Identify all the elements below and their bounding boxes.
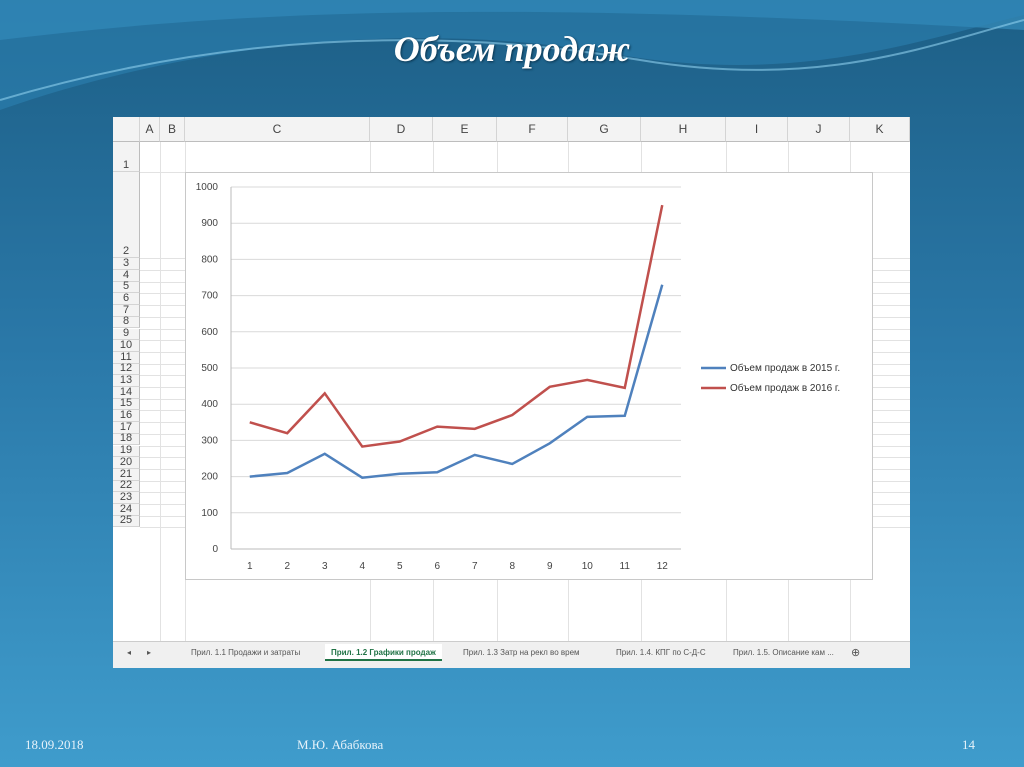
column-header[interactable]: A (140, 117, 160, 142)
series-line-2 (249, 204, 664, 448)
column-header[interactable]: D (370, 117, 433, 142)
column-header[interactable]: I (726, 117, 788, 142)
y-tick-label: 300 (201, 435, 218, 446)
x-tick-label: 9 (547, 561, 553, 572)
column-header[interactable]: E (433, 117, 497, 142)
row-header[interactable]: 25 (113, 514, 140, 528)
excel-sheet: A B C D E F G H I J K 1 2 3 4 5 6 7 8 9 10 11 12 13 14 15 16 17 18 19… (113, 117, 910, 668)
x-tick-label: 11 (620, 561, 631, 572)
y-tick-label: 1000 (196, 182, 219, 193)
legend-label: Объем продаж в 2016 г. (730, 382, 840, 394)
x-tick-label: 6 (434, 561, 440, 572)
y-tick-label: 200 (201, 472, 218, 483)
x-tick-label: 10 (582, 561, 594, 572)
x-tick-label: 4 (359, 561, 365, 572)
sheet-tab[interactable]: Прил. 1.5. Описание кам ... (733, 648, 834, 657)
slide-author: М.Ю. Абабкова (297, 737, 384, 752)
column-header[interactable]: F (497, 117, 568, 142)
scroll-right-icon[interactable]: ▸ (147, 648, 151, 657)
y-tick-label: 800 (201, 254, 218, 265)
sheet-tab[interactable]: Прил. 1.3 Затр на рекл во врем (463, 648, 580, 657)
row-header[interactable]: 2 (113, 172, 140, 258)
y-tick-label: 100 (201, 508, 218, 519)
y-tick-label: 700 (201, 291, 218, 302)
column-header[interactable]: C (185, 117, 370, 142)
sheet-tab[interactable]: Прил. 1.4. КПГ по С-Д-С (616, 648, 706, 657)
column-header[interactable]: G (568, 117, 641, 142)
slide-page-number: 14 (962, 737, 975, 752)
column-header[interactable]: K (850, 117, 910, 142)
legend-label: Объем продаж в 2015 г. (730, 362, 840, 374)
y-tick-label: 600 (201, 327, 218, 338)
x-tick-label: 7 (472, 561, 478, 572)
grid-line (160, 142, 161, 642)
x-tick-label: 8 (509, 561, 515, 572)
row-header[interactable]: 1 (113, 142, 140, 172)
y-tick-label: 400 (201, 399, 218, 410)
x-tick-label: 12 (657, 561, 669, 572)
x-tick-label: 1 (247, 561, 253, 572)
y-tick-label: 0 (212, 544, 218, 555)
select-all-corner[interactable] (113, 117, 140, 142)
sheet-tabs-bar: ◂ ▸ Прил. 1.1 Продажи и затраты Прил. 1.2… (113, 641, 910, 668)
slide-date: 18.09.2018 (25, 737, 84, 752)
y-tick-label: 900 (201, 218, 218, 229)
scroll-left-icon[interactable]: ◂ (127, 648, 131, 657)
sheet-tab[interactable]: Прил. 1.2 Графики продаж (325, 644, 442, 661)
x-tick-label: 5 (397, 561, 403, 572)
add-sheet-icon[interactable]: ⊕ (851, 646, 860, 659)
series-line-1 (249, 284, 664, 479)
x-tick-label: 2 (284, 561, 290, 572)
column-header[interactable]: B (160, 117, 185, 142)
slide-title: Объем продаж (393, 29, 631, 69)
column-header[interactable]: J (788, 117, 850, 142)
column-header[interactable]: H (641, 117, 726, 142)
y-tick-label: 500 (201, 363, 218, 374)
line-chart[interactable]: 0 100 200 300 400 500 600 700 800 900 1000 1 2 3 4 5 6 7 8… (185, 172, 873, 580)
sheet-tab[interactable]: Прил. 1.1 Продажи и затраты (191, 648, 300, 657)
x-tick-label: 3 (322, 561, 328, 572)
